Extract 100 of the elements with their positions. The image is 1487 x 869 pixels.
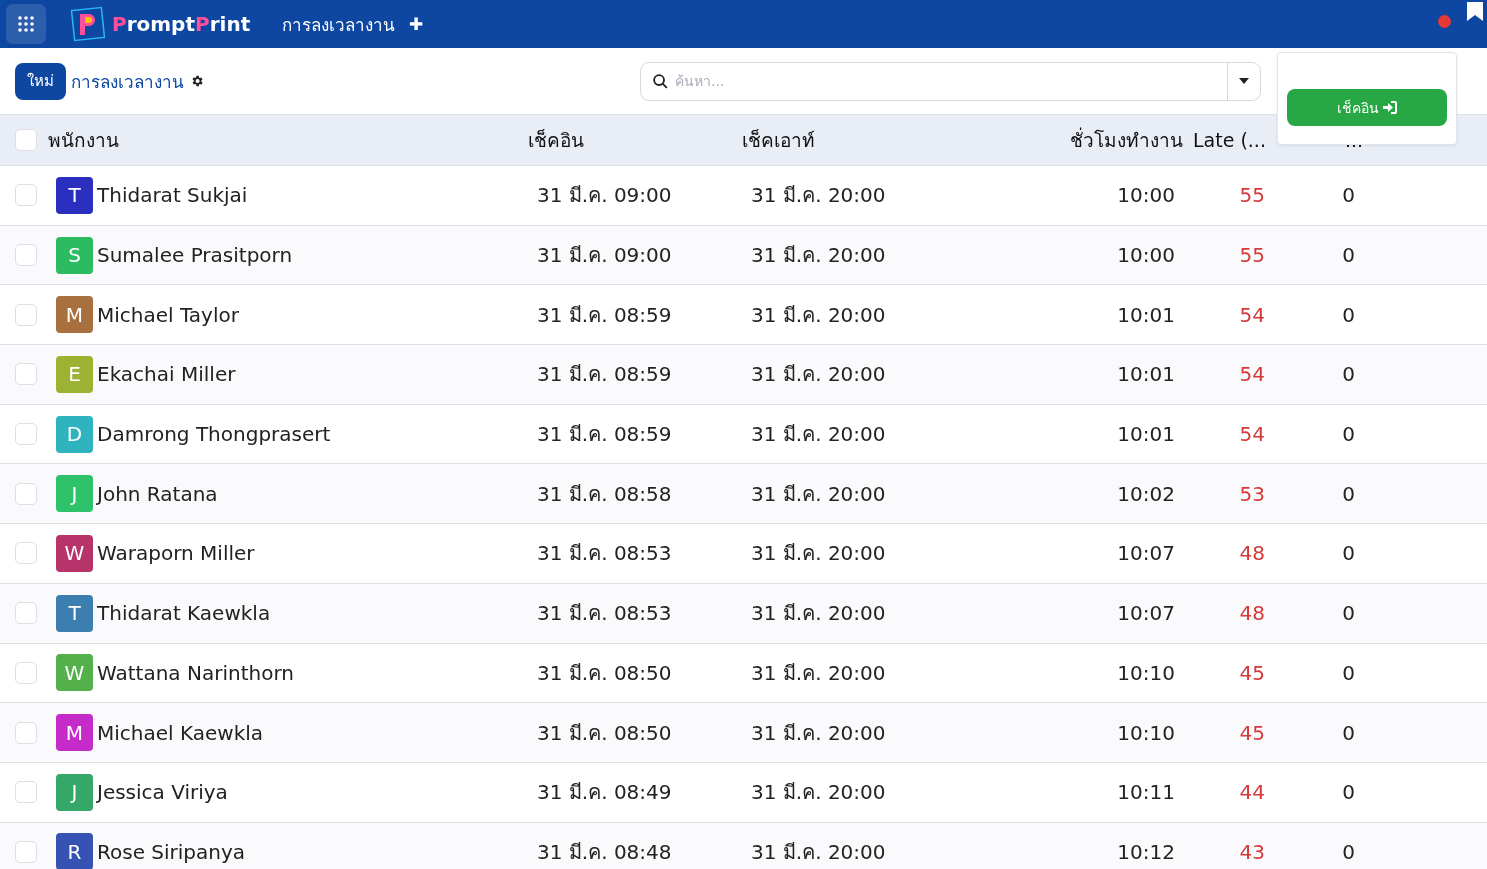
table-cell-text: 0 (1341, 481, 1356, 506)
table-cell-text: 0 (1341, 660, 1356, 685)
table-cell-text: 31 มี.ค. 20:00 (750, 361, 887, 389)
employee-name: Michael Kaewkla (97, 720, 264, 745)
employee-name: Wattana Narinthorn (97, 660, 294, 685)
employee-name: Rose Siripanya (97, 839, 246, 864)
search-field[interactable]: ค้นหา... (640, 61, 1261, 101)
table-cell-text: 31 มี.ค. 08:58 (536, 480, 673, 508)
table-cell-text: 31 มี.ค. 20:00 (750, 600, 887, 628)
employee-name: John Ratana (97, 481, 218, 506)
table-cell-text: 31 มี.ค. 08:48 (536, 838, 673, 866)
table-cell-text: 45 (1238, 660, 1266, 685)
row-checkbox[interactable] (15, 244, 37, 267)
employee-name: Sumalee Prasitporn (97, 243, 293, 268)
table-cell-text: 31 มี.ค. 20:00 (750, 540, 887, 568)
table-cell-text: 31 มี.ค. 20:00 (750, 779, 887, 807)
table-cell-text: 31 มี.ค. 08:59 (536, 421, 673, 449)
table-cell-text: 54 (1238, 422, 1266, 447)
row-checkbox[interactable] (15, 661, 37, 684)
avatar: R (56, 833, 93, 869)
column-header[interactable]: พนักงาน (48, 125, 528, 155)
settings-icon[interactable] (190, 74, 204, 88)
table-cell-text: 10:01 (1116, 302, 1176, 327)
employee-name: Damrong Thongprasert (97, 422, 331, 447)
brand-name: PromptPrint (112, 12, 251, 36)
row-checkbox[interactable] (15, 423, 37, 446)
table-cell-text: 31 มี.ค. 20:00 (750, 659, 887, 687)
column-header[interactable]: เช็คเอาท์ (742, 125, 1040, 155)
row-checkbox[interactable] (15, 840, 37, 863)
table-cell-text: 10:11 (1116, 780, 1176, 805)
column-header[interactable]: เช็คอิน (528, 125, 742, 155)
table-cell-text: 53 (1238, 481, 1266, 506)
avatar: T (56, 176, 93, 214)
table-cell-text: 31 มี.ค. 20:00 (750, 242, 887, 270)
status-dot (1438, 15, 1451, 28)
avatar: S (56, 236, 93, 274)
apps-button[interactable] (6, 4, 46, 44)
table-cell-text: 54 (1238, 302, 1266, 327)
table-cell-text: 31 มี.ค. 20:00 (750, 838, 887, 866)
row-checkbox[interactable] (15, 602, 37, 625)
table-cell-text: 0 (1341, 362, 1356, 387)
table-cell-text: 31 มี.ค. 08:59 (536, 361, 673, 389)
avatar: M (56, 296, 93, 334)
caret-icon (1239, 78, 1249, 84)
table-cell-text: 31 มี.ค. 09:00 (536, 242, 673, 270)
row-checkbox[interactable] (15, 781, 37, 804)
table-cell-text: 31 มี.ค. 08:59 (536, 301, 673, 329)
employee-name: Thidarat Kaewkla (97, 601, 271, 626)
table-cell-text: 0 (1341, 839, 1356, 864)
avatar: J (56, 773, 93, 811)
employee-name: Waraporn Miller (97, 541, 255, 566)
table-cell-text: 31 มี.ค. 08:50 (536, 719, 673, 747)
search-input[interactable]: ค้นหา... (669, 73, 1227, 89)
table-cell-text: 10:12 (1116, 839, 1176, 864)
table-cell-text: 54 (1238, 362, 1266, 387)
table-cell-text: 48 (1238, 541, 1266, 566)
employee-name: Jessica Viriya (97, 780, 228, 805)
employee-name: Michael Taylor (97, 302, 239, 327)
breadcrumb: การลงเวลางาน (71, 70, 184, 94)
table-cell-text: 0 (1341, 601, 1356, 626)
table-cell-text: 31 มี.ค. 08:49 (536, 779, 673, 807)
row-checkbox[interactable] (15, 363, 37, 386)
table-cell-text: 0 (1341, 720, 1356, 745)
table-cell-text: 10:00 (1116, 243, 1176, 268)
column-header[interactable]: ชั่วโมงทำงาน (1040, 125, 1185, 155)
app-title: การลงเวลางาน (282, 13, 396, 37)
table-cell-text: 10:07 (1116, 601, 1176, 626)
table-cell-text: 0 (1341, 780, 1356, 805)
avatar: T (56, 594, 93, 632)
table-cell-text: 31 มี.ค. 08:53 (536, 540, 673, 568)
add-button[interactable]: ✚ (409, 13, 424, 35)
table-cell-text: 0 (1341, 183, 1356, 208)
table-cell-text: 10:01 (1116, 422, 1176, 447)
table-cell-text: 0 (1341, 422, 1356, 447)
employee-name: Ekachai Miller (97, 362, 236, 387)
table-cell-text: 0 (1341, 302, 1356, 327)
new-button[interactable]: ใหม่ (15, 62, 66, 100)
table-cell-text: 31 มี.ค. 09:00 (536, 182, 673, 210)
table-cell-text: 0 (1341, 541, 1356, 566)
row-checkbox[interactable] (15, 303, 37, 326)
row-checkbox[interactable] (15, 721, 37, 744)
search-icon (652, 72, 669, 90)
table-cell-text: 10:00 (1116, 183, 1176, 208)
bookmark-icon[interactable] (1467, 2, 1483, 21)
table-cell-text: 31 มี.ค. 20:00 (750, 719, 887, 747)
employee-name: Thidarat Sukjai (97, 183, 248, 208)
avatar: E (56, 355, 93, 393)
row-checkbox[interactable] (15, 184, 37, 207)
avatar: W (56, 534, 93, 572)
avatar: D (56, 415, 93, 453)
row-checkbox[interactable] (15, 542, 37, 565)
table-cell-text: 31 มี.ค. 08:50 (536, 659, 673, 687)
table-cell-text: 31 มี.ค. 20:00 (750, 421, 887, 449)
select-all-checkbox[interactable] (15, 129, 37, 151)
row-checkbox[interactable] (15, 482, 37, 505)
column-header[interactable]: Late (... (1185, 129, 1275, 151)
table-cell-text: 45 (1238, 720, 1266, 745)
table-cell-text: 31 มี.ค. 08:53 (536, 600, 673, 628)
avatar: M (56, 714, 93, 752)
table-cell-text: 44 (1238, 780, 1266, 805)
